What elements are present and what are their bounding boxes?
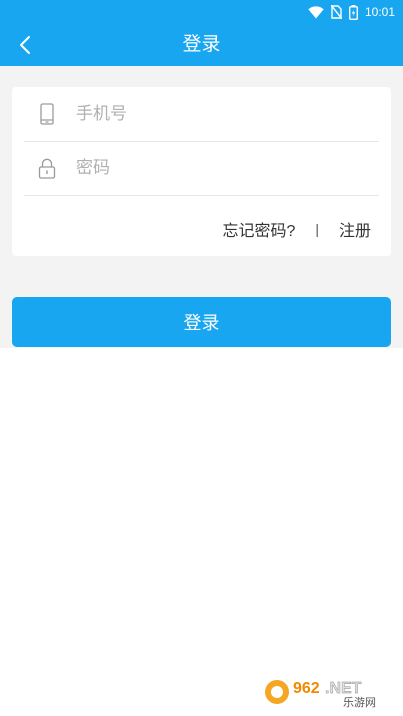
lock-icon (36, 157, 58, 179)
password-row (24, 141, 379, 196)
login-card: 忘记密码? | 注册 (12, 87, 391, 256)
status-bar: 10:01 (0, 0, 403, 24)
forgot-password-link[interactable]: 忘记密码? (222, 217, 295, 241)
watermark-logo: 962 .NET 乐游网 (257, 674, 399, 710)
phone-icon (36, 103, 58, 125)
link-separator: | (315, 221, 319, 237)
page-title: 登录 (182, 34, 221, 55)
status-time: 10:01 (364, 5, 395, 19)
app-bar: 登录 (0, 24, 403, 66)
login-button[interactable]: 登录 (12, 297, 391, 347)
watermark-logo-image: 962 .NET 乐游网 (265, 680, 376, 709)
status-icons: 10:01 (308, 3, 395, 21)
account-links: 忘记密码? | 注册 (222, 218, 371, 240)
no-sim-icon (330, 5, 342, 19)
phone-row (24, 87, 379, 142)
svg-text:.NET: .NET (325, 680, 362, 697)
password-input[interactable] (76, 153, 366, 183)
battery-icon (348, 4, 358, 20)
wifi-icon (308, 5, 324, 19)
svg-text:962: 962 (293, 680, 320, 697)
svg-text:乐游网: 乐游网 (343, 696, 376, 709)
phone-input[interactable] (76, 99, 366, 129)
register-link[interactable]: 注册 (339, 217, 371, 241)
